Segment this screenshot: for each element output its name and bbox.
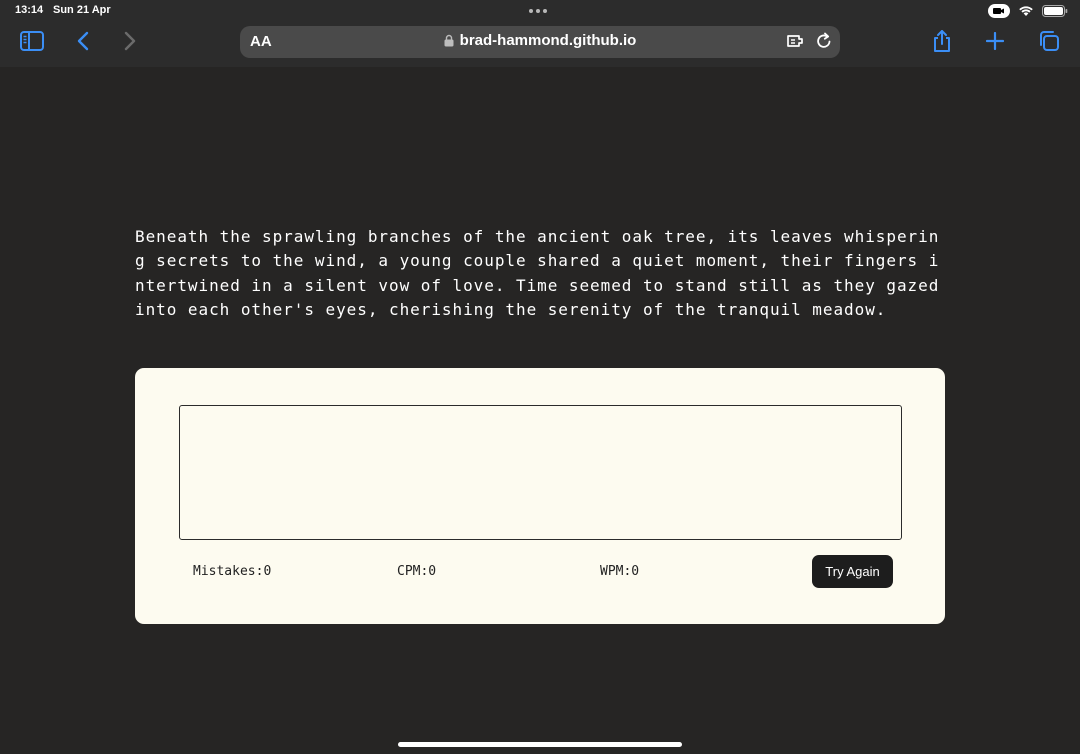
back-button[interactable] <box>73 30 93 52</box>
sidebar-button[interactable] <box>19 30 45 52</box>
status-icons <box>988 4 1068 18</box>
mistakes-counter: Mistakes:0 <box>193 564 272 579</box>
camera-indicator-icon <box>988 4 1010 18</box>
share-button[interactable] <box>931 28 953 54</box>
status-time: 13:14 <box>15 4 44 16</box>
chevron-right-icon <box>124 31 136 51</box>
multitasking-dots-icon[interactable] <box>529 9 547 13</box>
wifi-icon <box>1019 6 1033 16</box>
typing-card: Mistakes:0 CPM:0 WPM:0 Try Again <box>135 368 945 624</box>
new-tab-button[interactable] <box>985 31 1005 51</box>
home-indicator[interactable] <box>398 742 682 747</box>
browser-window: 13:14 Sun 21 Apr AA brad-hammond.github.… <box>0 0 1080 754</box>
plus-icon <box>986 32 1004 50</box>
url-text: brad-hammond.github.io <box>459 32 637 49</box>
status-date: Sun 21 Apr <box>53 4 111 16</box>
typing-test-paragraph: Beneath the sprawling branches of the an… <box>135 227 940 319</box>
reload-icon[interactable] <box>816 32 832 49</box>
chevron-left-icon <box>77 31 89 51</box>
wpm-counter: WPM:0 <box>600 564 640 579</box>
status-bar: 13:14 Sun 21 Apr <box>0 0 1080 22</box>
battery-icon <box>1042 5 1068 17</box>
try-again-button[interactable]: Try Again <box>812 555 893 588</box>
tabs-icon <box>1040 31 1059 51</box>
address-bar[interactable]: AA brad-hammond.github.io <box>240 26 840 58</box>
sidebar-icon <box>20 31 44 51</box>
typing-input[interactable] <box>179 405 902 540</box>
cpm-counter: CPM:0 <box>397 564 437 579</box>
share-icon <box>934 30 950 52</box>
extensions-icon[interactable] <box>786 33 806 49</box>
address-bar-actions <box>786 32 832 49</box>
lock-icon <box>444 34 454 47</box>
tabs-overview-button[interactable] <box>1037 30 1061 52</box>
browser-toolbar: AA brad-hammond.github.io <box>0 22 1080 67</box>
forward-button[interactable] <box>120 30 140 52</box>
url-display[interactable]: brad-hammond.github.io <box>240 32 840 49</box>
